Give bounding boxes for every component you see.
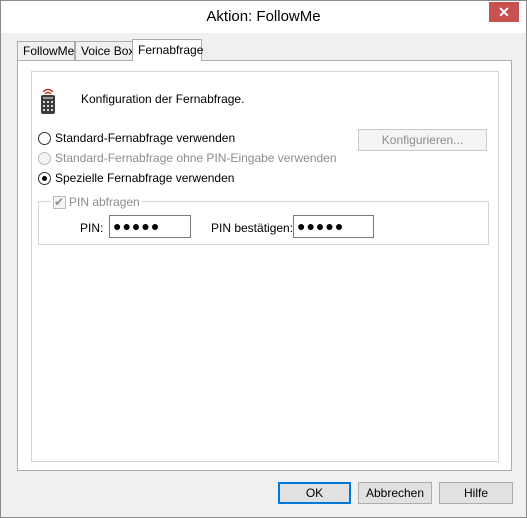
radio-spezielle-fernabfrage[interactable]: Spezielle Fernabfrage verwenden <box>38 170 234 186</box>
close-icon[interactable]: ✕ <box>489 2 519 22</box>
radio-button[interactable] <box>38 131 51 145</box>
cancel-button[interactable]: Abbrechen <box>358 482 432 504</box>
title-bar[interactable]: Aktion: FollowMe ✕ <box>1 1 526 33</box>
checkbox-label: PIN abfragen <box>69 195 140 209</box>
pin-confirm-label: PIN bestätigen: <box>211 221 294 235</box>
tab-panel-fernabfrage <box>17 60 512 471</box>
checkbox[interactable]: ✔ <box>53 194 66 209</box>
pin-abfragen-checkbox[interactable]: ✔ PIN abfragen <box>51 194 142 210</box>
intro-text: Konfiguration der Fernabfrage. <box>81 92 245 106</box>
pin-field[interactable]: ●●●●● <box>109 215 191 238</box>
dialog-window: Aktion: FollowMe ✕ FollowMe Voice Box Fe… <box>0 0 527 518</box>
radio-label: Standard-Fernabfrage ohne PIN-Eingabe ve… <box>55 151 337 165</box>
tab-voice-box[interactable]: Voice Box <box>75 41 134 60</box>
checkmark-icon: ✔ <box>54 194 65 209</box>
radio-standard-ohne-pin[interactable]: Standard-Fernabfrage ohne PIN-Eingabe ve… <box>38 150 337 166</box>
window-title: Aktion: FollowMe <box>206 8 321 25</box>
radio-label: Standard-Fernabfrage verwenden <box>55 131 236 145</box>
tab-followme[interactable]: FollowMe <box>17 41 75 60</box>
radio-button[interactable] <box>38 151 51 165</box>
tab-fernabfrage[interactable]: Fernabfrage <box>132 39 203 61</box>
pin-confirm-field[interactable]: ●●●●● <box>293 215 374 238</box>
ok-button[interactable]: OK <box>278 482 351 504</box>
radio-button[interactable] <box>38 171 51 185</box>
remote-control-icon <box>41 88 55 114</box>
pin-label: PIN: <box>80 221 104 235</box>
configure-button[interactable]: Konfigurieren... <box>358 129 487 151</box>
radio-label: Spezielle Fernabfrage verwenden <box>55 171 235 185</box>
help-button[interactable]: Hilfe <box>439 482 513 504</box>
radio-standard-fernabfrage[interactable]: Standard-Fernabfrage verwenden <box>38 130 235 146</box>
